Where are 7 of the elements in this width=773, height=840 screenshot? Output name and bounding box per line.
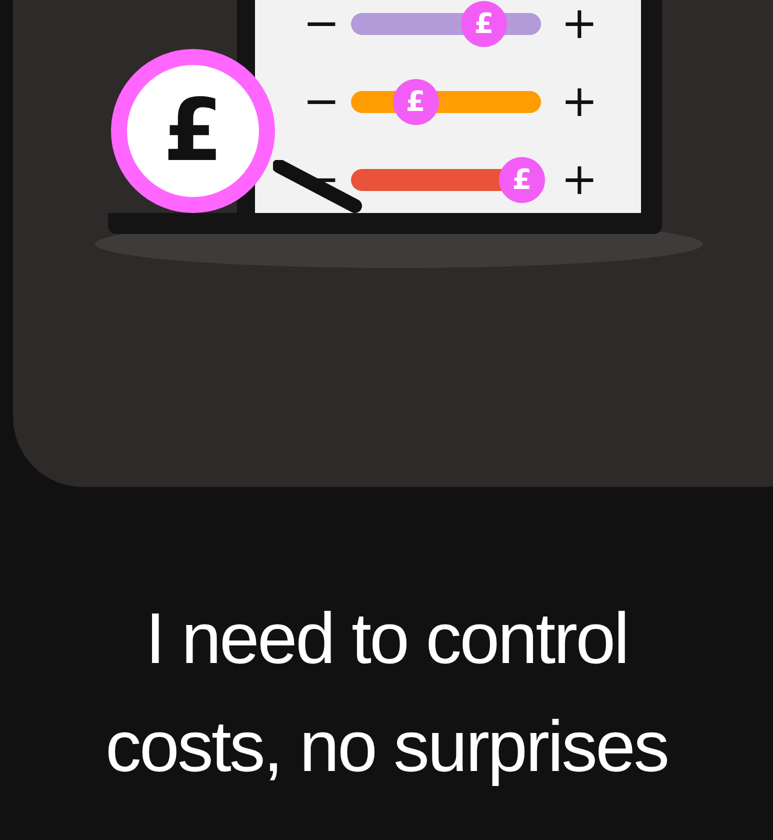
heading: I need to control costs, no surprises — [104, 598, 669, 789]
pound-symbol: £ — [163, 88, 223, 174]
plus-sign[interactable]: + — [561, 80, 597, 124]
plus-sign[interactable]: + — [561, 2, 597, 46]
minus-sign[interactable]: − — [303, 80, 339, 124]
minus-sign[interactable]: − — [303, 2, 339, 46]
plus-sign[interactable]: + — [561, 158, 597, 202]
